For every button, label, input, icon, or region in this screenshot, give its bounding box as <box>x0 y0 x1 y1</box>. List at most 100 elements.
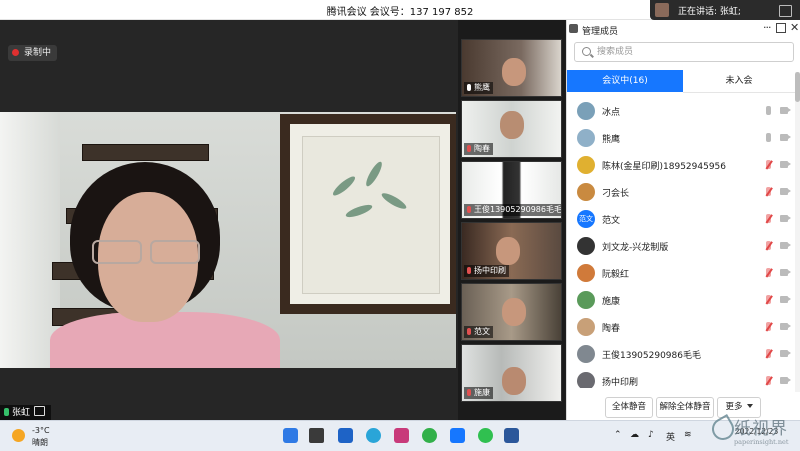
screen-share-icon <box>34 406 46 416</box>
snipping-tool-icon[interactable] <box>394 428 409 443</box>
video-thumbnail[interactable]: 陶春 <box>461 100 562 158</box>
tencent-meeting-icon[interactable] <box>450 428 465 443</box>
mic-muted-icon[interactable] <box>766 376 771 385</box>
member-list: 冰点熊鹰陈林(金星印刷)18952945956 刁会长范文 范文 刘文龙-兴龙制版 阮毅… <box>567 98 795 388</box>
camera-icon[interactable] <box>780 269 791 276</box>
camera-icon[interactable] <box>780 215 791 222</box>
word-icon[interactable] <box>504 428 519 443</box>
camera-icon[interactable] <box>780 323 791 330</box>
chevron-down-icon <box>746 404 753 408</box>
unmute-all-button[interactable]: 解除全体静音 <box>656 397 714 418</box>
video-thumbnail[interactable]: 王俊13905290986毛毛 <box>461 161 562 219</box>
mic-muted-icon <box>467 206 471 213</box>
microphone-icon[interactable]: ♪ <box>648 430 654 440</box>
more-options-icon[interactable]: ··· <box>763 21 771 34</box>
mic-muted-icon[interactable] <box>766 214 771 223</box>
task-view-icon[interactable] <box>309 428 324 443</box>
avatar <box>577 129 595 147</box>
wall-plaque <box>82 144 209 161</box>
member-name: 熊鹰 <box>602 135 621 145</box>
mic-muted-icon[interactable] <box>766 295 771 304</box>
camera-icon[interactable] <box>780 107 791 114</box>
tab-in-meeting[interactable]: 会议中(16) <box>567 70 683 92</box>
mic-muted-icon[interactable] <box>766 241 771 250</box>
speaker-name: 张虹 <box>12 408 31 418</box>
popout-icon[interactable] <box>776 23 786 33</box>
mic-icon[interactable] <box>766 106 771 115</box>
speaker-namebar: 张虹 <box>0 405 52 421</box>
edge-browser-icon[interactable] <box>366 428 381 443</box>
person-glasses <box>92 240 202 264</box>
thumbnail-label: 熊鹰 <box>464 82 493 94</box>
mic-muted-icon[interactable] <box>766 322 771 331</box>
member-name: 陈林(金星印刷)18952945956 <box>602 162 727 172</box>
video-thumbnail[interactable]: 范文 <box>461 283 562 341</box>
search-input[interactable] <box>597 45 777 58</box>
camera-icon[interactable] <box>780 296 791 303</box>
video-thumbnail[interactable]: 扬中印刷 <box>461 222 562 280</box>
weather-temperature: -3°C <box>32 426 50 435</box>
camera-icon[interactable] <box>780 350 791 357</box>
more-button-label: 更多 <box>725 402 743 412</box>
close-icon[interactable]: ✕ <box>790 21 799 34</box>
camera-icon[interactable] <box>780 242 791 249</box>
member-row[interactable]: 熊鹰 <box>567 125 795 152</box>
camera-icon[interactable] <box>780 188 791 195</box>
thumbnail-label: 范文 <box>464 326 493 338</box>
camera-icon[interactable] <box>780 161 791 168</box>
video-thumbnail[interactable]: 施康 <box>461 344 562 402</box>
mic-icon[interactable] <box>766 133 771 142</box>
recording-label: 录制中 <box>24 48 52 58</box>
member-tabs: 会议中(16) 未入会 <box>567 70 795 93</box>
watermark-url: paperinsight.net <box>734 438 789 446</box>
scrollbar-thumb[interactable] <box>795 72 800 102</box>
chevron-up-icon[interactable]: ⌃ <box>614 430 622 440</box>
avatar <box>577 318 595 336</box>
mic-muted-icon[interactable] <box>766 268 771 277</box>
member-row[interactable]: 施康 <box>567 287 795 314</box>
watermark-brand: 纸视界 <box>734 419 788 439</box>
member-row[interactable]: 刁会长 <box>567 179 795 206</box>
speaking-indicator[interactable]: 正在讲话: 张虹; <box>650 0 800 20</box>
member-row[interactable]: 扬中印刷 <box>567 368 795 388</box>
member-list-scrollbar[interactable] <box>795 72 800 392</box>
app-icon[interactable] <box>338 428 353 443</box>
member-name: 刁会长 <box>602 189 630 199</box>
mic-muted-icon[interactable] <box>766 349 771 358</box>
member-name: 扬中印刷 <box>602 378 639 388</box>
mic-muted-icon <box>467 267 471 274</box>
member-name: 陶春 <box>602 324 621 334</box>
camera-icon[interactable] <box>780 377 791 384</box>
avatar <box>577 264 595 282</box>
avatar <box>577 345 595 363</box>
recording-badge[interactable]: 录制中 <box>8 45 58 61</box>
member-row[interactable]: 刘文龙-兴龙制版 <box>567 233 795 260</box>
mute-all-button[interactable]: 全体静音 <box>605 397 653 418</box>
video-thumbnail[interactable]: 熊鹰 <box>461 39 562 97</box>
cloud-icon[interactable]: ☁ <box>630 430 639 440</box>
mic-muted-icon[interactable] <box>766 160 771 169</box>
member-row[interactable]: 王俊13905290986毛毛 <box>567 341 795 368</box>
input-method-indicator[interactable]: 英 <box>666 430 675 443</box>
avatar <box>577 183 595 201</box>
member-row[interactable]: 冰点 <box>567 98 795 125</box>
member-row[interactable]: 陈林(金星印刷)18952945956 <box>567 152 795 179</box>
member-row[interactable]: 阮毅红 <box>567 260 795 287</box>
member-search[interactable] <box>574 42 794 62</box>
mic-muted-icon <box>467 145 471 152</box>
weather-sun-icon[interactable] <box>12 429 25 442</box>
start-menu-icon[interactable] <box>283 428 298 443</box>
tab-not-joined[interactable]: 未入会 <box>683 70 795 93</box>
main-video-area: 录制中 张虹 <box>0 20 458 421</box>
mic-muted-icon[interactable] <box>766 187 771 196</box>
camera-icon[interactable] <box>780 134 791 141</box>
wifi-icon[interactable]: ≋ <box>684 430 692 440</box>
mic-muted-icon <box>467 328 471 335</box>
wechat-icon[interactable] <box>478 428 493 443</box>
avatar <box>577 291 595 309</box>
member-name: 范文 <box>602 216 621 226</box>
member-row[interactable]: 陶春 <box>567 314 795 341</box>
browser-icon[interactable] <box>422 428 437 443</box>
layout-icon[interactable] <box>779 5 792 17</box>
member-row[interactable]: 范文 范文 <box>567 206 795 233</box>
